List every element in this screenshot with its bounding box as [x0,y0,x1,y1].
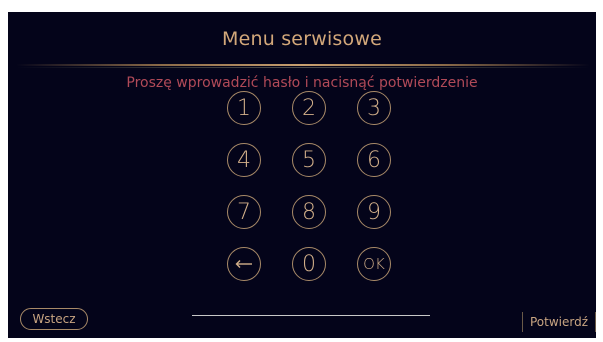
title-divider-shadow [16,67,590,68]
key-5[interactable]: 5 [292,143,326,177]
key-8[interactable]: 8 [292,195,326,229]
confirm-button[interactable]: Potwierdź [522,312,596,332]
backspace-button[interactable] [227,247,261,281]
back-button[interactable]: Wstecz [20,308,88,330]
key-3[interactable]: 3 [357,91,391,125]
password-input-line[interactable] [192,315,430,316]
key-1[interactable]: 1 [227,91,261,125]
ok-button[interactable]: OK [357,247,391,281]
title-divider [16,64,590,66]
password-prompt: Proszę wprowadzić hasło i nacisnąć potwi… [126,75,478,91]
key-2[interactable]: 2 [292,91,326,125]
service-menu-screen: Menu serwisowe Proszę wprowadzić hasło i… [8,12,596,338]
key-7[interactable]: 7 [227,195,261,229]
key-6[interactable]: 6 [357,143,391,177]
key-4[interactable]: 4 [227,143,261,177]
page-title: Menu serwisowe [222,28,382,50]
arrow-left-icon [235,259,253,269]
key-0[interactable]: 0 [292,247,326,281]
key-9[interactable]: 9 [357,195,391,229]
